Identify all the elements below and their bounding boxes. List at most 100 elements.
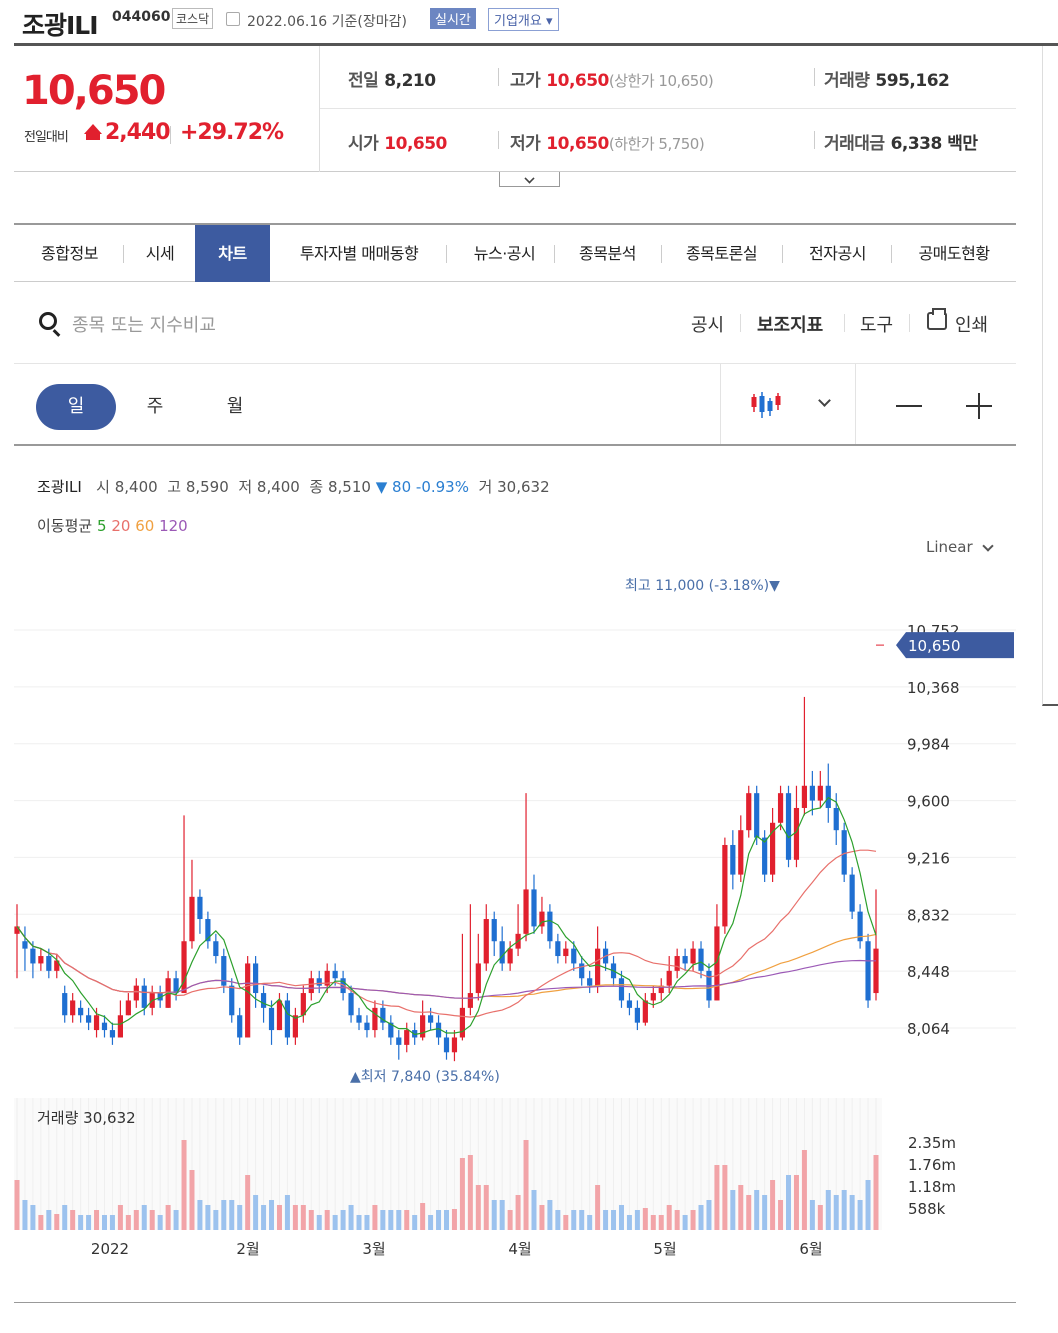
tab-summary[interactable]: 종합정보 [22, 225, 117, 282]
volume-bar [165, 1205, 171, 1230]
divider [446, 245, 447, 263]
volume-bar [332, 1215, 338, 1230]
volume-bar [348, 1205, 354, 1230]
divider [891, 245, 892, 263]
print-button[interactable]: 인쇄 [955, 311, 988, 337]
candle-body [499, 941, 505, 964]
tab-news[interactable]: 뉴스·공시 [457, 225, 552, 282]
tab-analysis[interactable]: 종목분석 [560, 225, 655, 282]
candle-body [356, 1015, 362, 1023]
indicators-button[interactable]: 보조지표 [757, 311, 823, 337]
divider [814, 131, 815, 149]
volume-bar [539, 1205, 545, 1230]
tab-investor[interactable]: 투자자별 매매동향 [284, 225, 434, 282]
realtime-button[interactable]: 실시간 [430, 8, 476, 29]
volume-bar [428, 1215, 434, 1230]
tab-disclosure[interactable]: 전자공시 [790, 225, 885, 282]
corp-overview-dropdown[interactable]: 기업개요 ▾ [488, 8, 559, 31]
compare-search-input[interactable]: 종목 또는 지수비교 [72, 311, 216, 337]
volume-bar [809, 1200, 815, 1230]
current-price: 10,650 [22, 68, 166, 114]
candle-body [427, 1015, 434, 1023]
candle-chart-type-icon[interactable] [750, 388, 786, 422]
candle-body [125, 1000, 131, 1016]
volume-bar [698, 1205, 704, 1230]
volume-bar [515, 1195, 521, 1230]
candle-body [133, 985, 139, 1001]
tools-button[interactable]: 도구 [860, 311, 893, 337]
volume-bar [475, 1185, 481, 1230]
change-value: 2,440 [105, 120, 171, 145]
candle-body [531, 889, 537, 927]
quote-panel: 10,650 전일대비 2,440 +29.72% 전일 8,210 고가 10,6… [14, 46, 1016, 172]
volume-label: 거래량 30,632 [37, 1109, 136, 1127]
volume-bar [356, 1215, 362, 1230]
candle-body [38, 956, 44, 964]
expand-toggle-button[interactable] [499, 172, 560, 187]
candle-body [237, 1015, 243, 1038]
volume-bar [706, 1200, 712, 1230]
period-monthly-button[interactable]: 월 [195, 384, 275, 430]
tab-short-selling[interactable]: 공매도현황 [899, 225, 1009, 282]
search-icon[interactable] [39, 312, 57, 330]
high-price: 고가 10,650(상한가 10,650) [510, 71, 714, 91]
volume-bar [563, 1215, 569, 1230]
candle-body [245, 963, 251, 1038]
price-chart[interactable]: 10,75210,3689,9849,6009,2168,8328,4488,0… [0, 560, 1040, 1300]
divider [498, 131, 499, 149]
candle-body [459, 1007, 466, 1038]
tab-forum[interactable]: 종목토론실 [669, 225, 774, 282]
chevron-down-icon[interactable] [818, 394, 831, 407]
volume-bar [221, 1200, 227, 1230]
period-weekly-button[interactable]: 주 [115, 384, 195, 430]
x-tick-label: 2월 [236, 1240, 259, 1258]
candle-body [467, 993, 473, 1008]
volume-bar [746, 1195, 752, 1230]
volume-bar [722, 1165, 728, 1230]
volume-tick-label: 1.18m [908, 1178, 956, 1196]
candle-body [777, 793, 784, 823]
zoom-in-icon-vertical[interactable] [978, 393, 980, 419]
volume-bar [388, 1210, 394, 1230]
candle-body [22, 941, 28, 949]
candle-body [46, 956, 52, 971]
volume-bar [94, 1210, 100, 1230]
y-tick-label: 9,600 [907, 793, 950, 811]
candle-body [141, 985, 147, 1008]
chevron-down-icon[interactable] [982, 540, 994, 552]
volume-bar [308, 1210, 314, 1230]
print-icon[interactable] [927, 308, 947, 330]
quote-row-1: 전일 8,210 고가 10,650(상한가 10,650) 거래량 595,162 [320, 46, 1016, 109]
volume-bar [157, 1215, 163, 1230]
candle-body [865, 941, 871, 1001]
volume-bar [22, 1200, 28, 1230]
volume-bar [213, 1210, 219, 1230]
candle-body [587, 978, 593, 986]
change-label: 전일대비 [24, 130, 69, 145]
price-box: 10,650 전일대비 2,440 +29.72% [14, 46, 320, 172]
zoom-out-icon[interactable] [896, 405, 922, 407]
volume-bar [555, 1210, 561, 1230]
y-tick-label: 9,216 [907, 849, 950, 867]
calendar-icon [226, 12, 240, 26]
volume-bar [571, 1210, 577, 1230]
volume-bar [690, 1210, 696, 1230]
candle-body [197, 896, 203, 920]
volume-bar [491, 1200, 497, 1230]
volume-bar [666, 1205, 672, 1230]
volume-bar [587, 1215, 593, 1230]
tab-chart[interactable]: 차트 [195, 225, 270, 282]
scale-dropdown[interactable]: Linear [926, 538, 973, 556]
tab-price[interactable]: 시세 [129, 225, 191, 282]
scrollbar[interactable] [1042, 46, 1058, 706]
period-daily-button[interactable]: 일 [36, 384, 116, 430]
disclosure-button[interactable]: 공시 [691, 311, 724, 337]
volume-tick-label: 1.76m [908, 1156, 956, 1174]
moving-average-legend: 이동평균 5 20 60 120 [37, 517, 188, 535]
candle-body [443, 1037, 450, 1053]
candle-body [738, 830, 744, 875]
candle-body [268, 1007, 275, 1031]
y-tick-label: 8,448 [907, 963, 950, 981]
volume-bar [372, 1205, 378, 1230]
candle-body [571, 948, 577, 964]
